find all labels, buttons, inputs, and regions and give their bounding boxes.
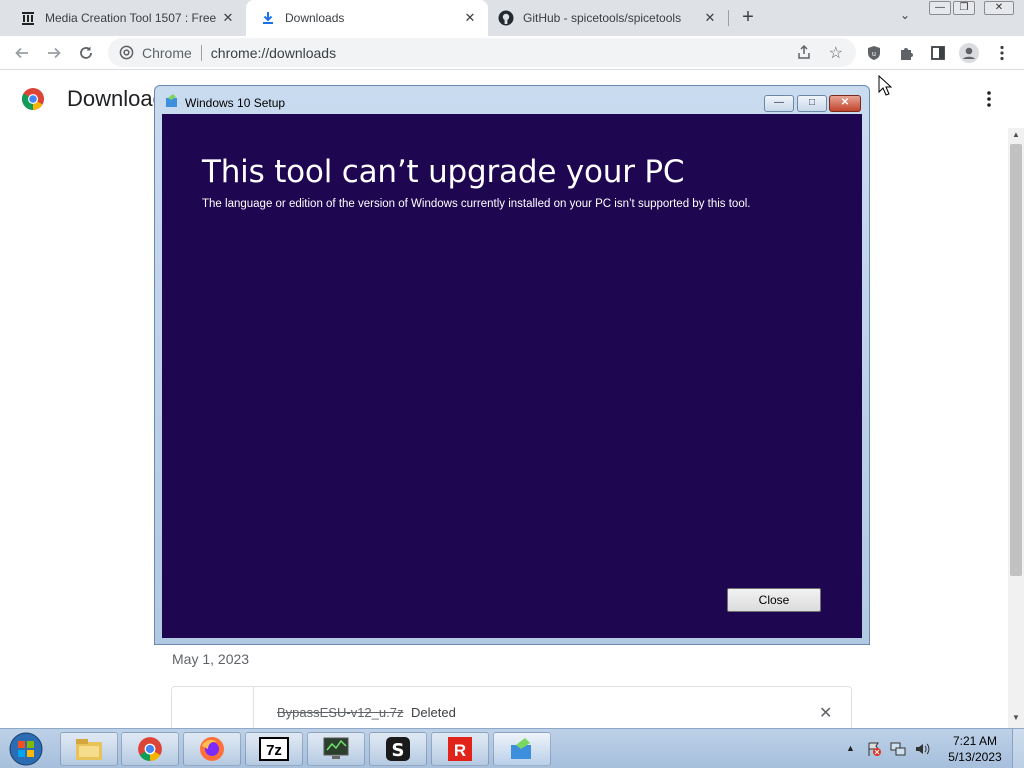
media-creation-tool-icon[interactable] — [493, 732, 551, 766]
download-file-name[interactable]: BypassESU-v12_u.7z — [277, 705, 403, 720]
svg-text:S: S — [392, 740, 405, 761]
bookmark-star-icon[interactable]: ☆ — [829, 43, 843, 63]
volume-icon[interactable] — [914, 741, 930, 762]
dialog-maximize-icon[interactable]: □ — [797, 95, 827, 112]
tab-media-creation-tool[interactable]: Media Creation Tool 1507 : Free ✕ — [0, 0, 246, 36]
clock-time: 7:21 AM — [952, 734, 998, 748]
network-icon[interactable] — [890, 741, 906, 762]
omnibox-scheme-label: Chrome — [142, 44, 192, 61]
svg-text:u: u — [872, 51, 876, 58]
scroll-up-icon[interactable]: ▲ — [1012, 130, 1020, 139]
download-status: Deleted — [411, 705, 456, 720]
archive-org-icon — [20, 10, 36, 26]
tab-separator — [728, 10, 729, 26]
action-center-flag-icon[interactable] — [866, 741, 882, 762]
tab-downloads[interactable]: Downloads ✕ — [246, 0, 488, 36]
spicetools-icon[interactable]: S — [369, 732, 427, 766]
svg-text:7z: 7z — [266, 742, 282, 759]
forward-icon[interactable] — [43, 42, 65, 64]
profile-avatar-icon[interactable] — [958, 42, 980, 64]
dialog-minimize-icon[interactable]: — — [764, 95, 794, 112]
setup-app-icon — [164, 93, 180, 109]
github-icon — [498, 10, 514, 26]
close-button[interactable]: Close — [727, 588, 821, 612]
browser-menu-icon[interactable] — [991, 42, 1013, 64]
windows-setup-dialog: Windows 10 Setup — □ ✕ This tool can’t u… — [154, 85, 870, 645]
minimize-window-icon[interactable]: — — [929, 1, 951, 15]
chrome-logo-icon — [21, 87, 45, 116]
tab-strip: Media Creation Tool 1507 : Free ✕ Downlo… — [0, 0, 1024, 36]
7zip-icon[interactable]: 7z — [245, 732, 303, 766]
page-menu-icon[interactable] — [986, 90, 992, 113]
browser-toolbar: Chrome chrome://downloads ☆ u — [0, 36, 1024, 70]
omnibox[interactable]: Chrome chrome://downloads ☆ — [108, 38, 856, 67]
tab-label: Media Creation Tool 1507 : Free — [45, 11, 217, 25]
svg-text:R: R — [454, 741, 466, 760]
tab-close-icon[interactable]: ✕ — [220, 10, 236, 26]
tab-label: GitHub - spicetools/spicetools — [523, 11, 682, 25]
restore-window-icon[interactable]: ❐ — [953, 1, 975, 15]
explorer-icon[interactable] — [60, 732, 118, 766]
mouse-cursor-icon — [878, 74, 893, 102]
roblox-icon[interactable]: R — [431, 732, 489, 766]
start-button[interactable] — [6, 731, 46, 767]
tab-close-icon[interactable]: ✕ — [462, 10, 478, 26]
tab-label: Downloads — [285, 11, 345, 25]
omnibox-separator — [200, 44, 202, 61]
dialog-title: Windows 10 Setup — [185, 96, 286, 110]
remove-download-icon[interactable]: ✕ — [819, 703, 832, 723]
dialog-message: The language or edition of the version o… — [202, 198, 751, 210]
reload-icon[interactable] — [75, 42, 97, 64]
download-icon — [260, 10, 276, 26]
omnibox-url: chrome://downloads — [210, 44, 337, 61]
new-tab-button[interactable]: + — [737, 6, 759, 28]
dialog-body: This tool can’t upgrade your PC The lang… — [162, 114, 862, 638]
show-desktop-button[interactable] — [1012, 729, 1024, 768]
chrome-icon[interactable] — [121, 732, 179, 766]
taskbar-clock[interactable]: 7:21 AM 5/13/2023 — [940, 733, 1010, 765]
chrome-page-icon — [119, 45, 134, 63]
tab-close-icon[interactable]: ✕ — [702, 10, 718, 26]
clock-date: 5/13/2023 — [948, 750, 1002, 764]
share-icon[interactable] — [796, 44, 812, 63]
scroll-down-icon[interactable]: ▼ — [1012, 713, 1020, 722]
download-date-heading: May 1, 2023 — [172, 651, 250, 667]
scrollbar-thumb[interactable] — [1010, 144, 1022, 576]
close-window-icon[interactable]: ✕ — [984, 1, 1014, 15]
ublock-extension-icon[interactable]: u — [863, 42, 885, 64]
monitor-app-icon[interactable] — [307, 732, 365, 766]
dialog-close-icon[interactable]: ✕ — [829, 95, 861, 112]
show-hidden-icons-icon[interactable]: ▲ — [846, 743, 855, 753]
back-icon[interactable] — [11, 42, 33, 64]
page-scrollbar[interactable]: ▲ ▼ — [1008, 128, 1024, 728]
side-panel-icon[interactable] — [927, 42, 949, 64]
tab-github[interactable]: GitHub - spicetools/spicetools ✕ — [488, 0, 728, 36]
dialog-heading: This tool can’t upgrade your PC — [202, 154, 685, 190]
tab-search-icon[interactable]: ⌄ — [896, 8, 914, 26]
firefox-icon[interactable] — [183, 732, 241, 766]
extensions-puzzle-icon[interactable] — [895, 42, 917, 64]
taskbar: 7z S R ▲ 7:21 AM 5/13/2023 — [0, 728, 1024, 768]
